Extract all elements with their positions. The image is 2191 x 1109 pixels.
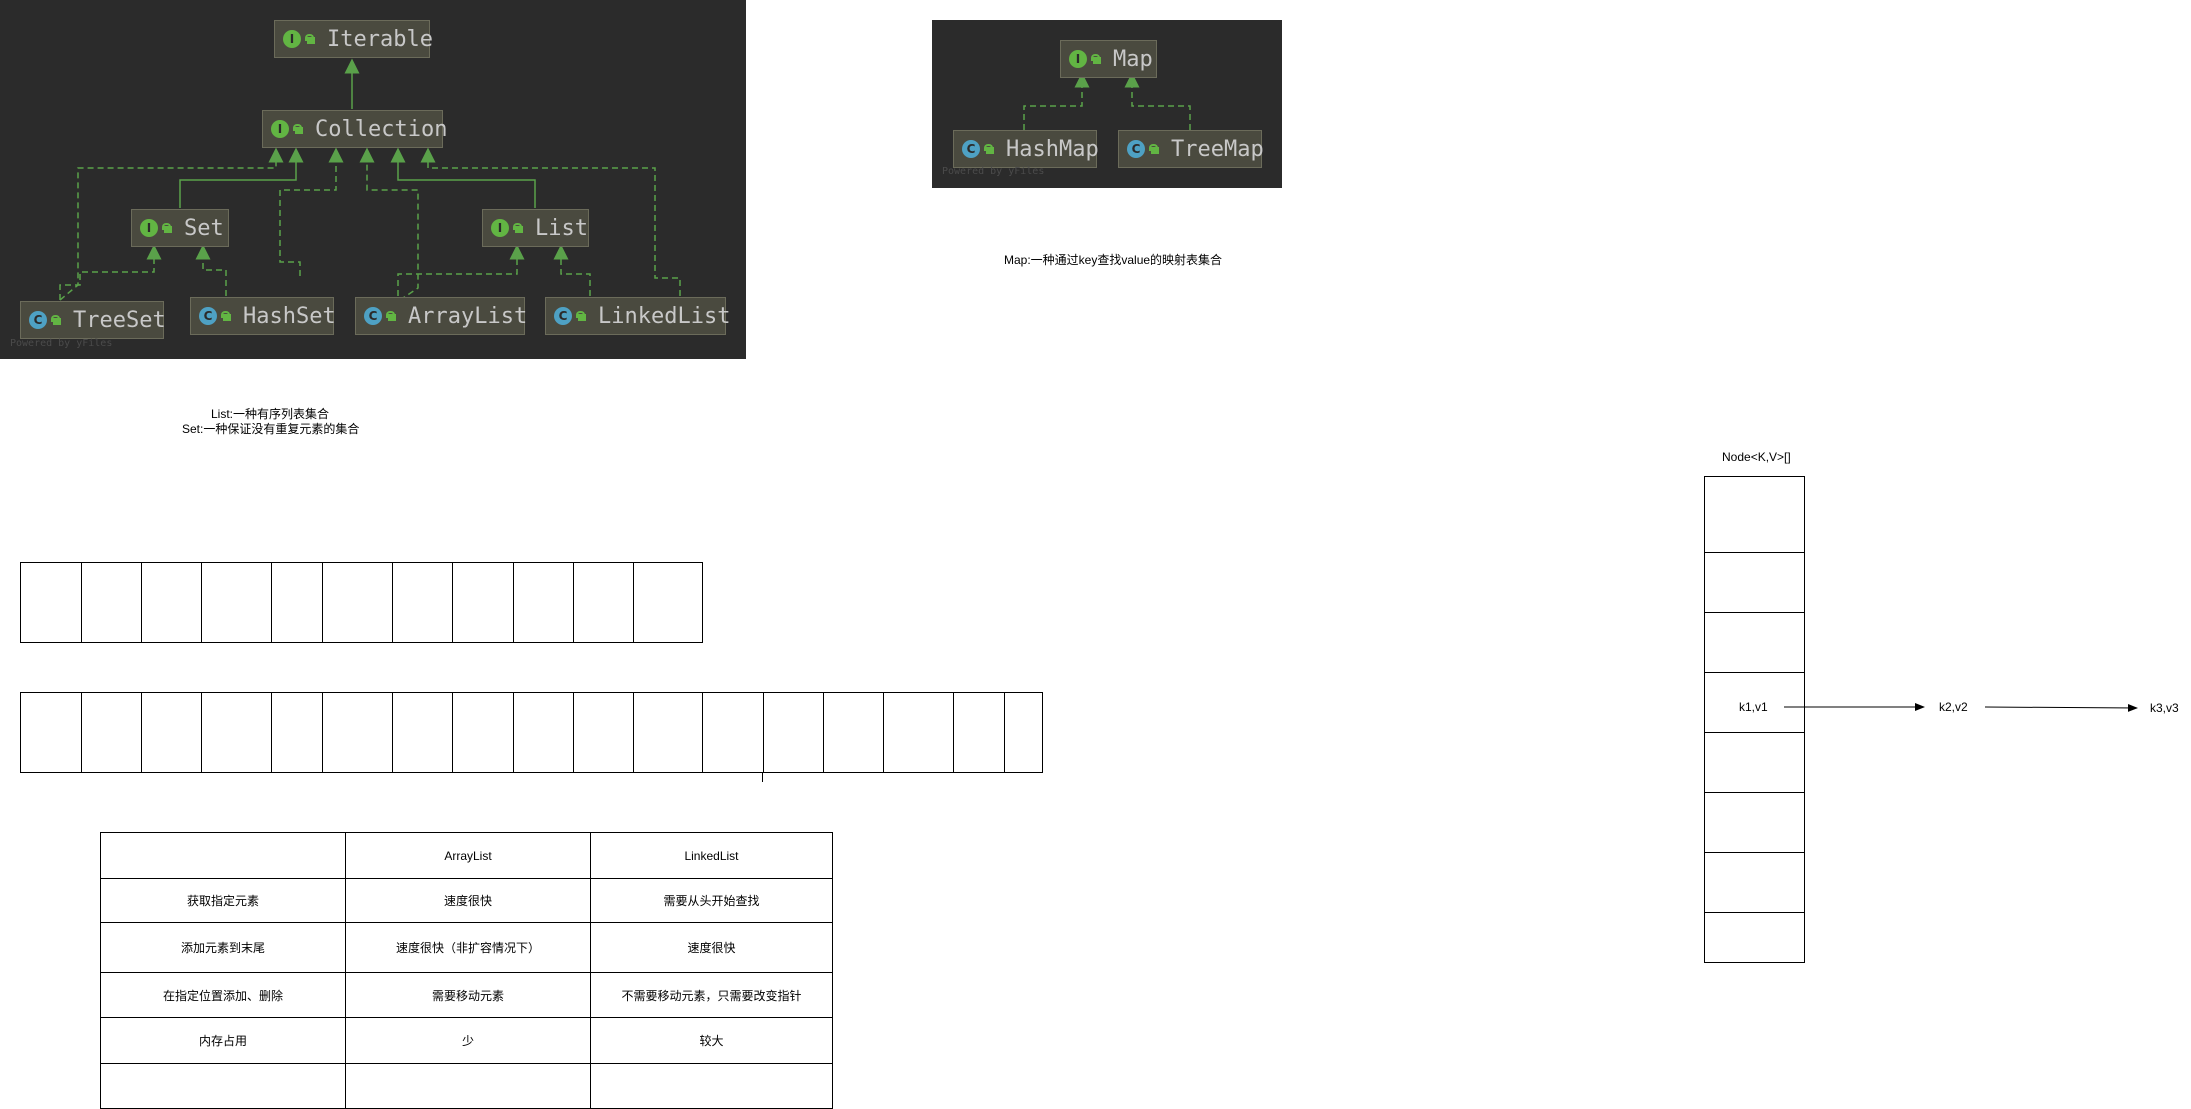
interface-icon: I	[283, 30, 301, 48]
set-label: Set	[184, 215, 224, 241]
table-row: 在指定位置添加、删除 需要移动元素 不需要移动元素，只需要改变指针	[100, 972, 833, 1018]
arraylist-label: ArrayList	[408, 303, 528, 329]
table-cell: 较大	[590, 1017, 833, 1064]
array-expanded-new-part	[702, 692, 1043, 773]
linkedlist-label: LinkedList	[598, 303, 731, 329]
lock-icon	[162, 223, 174, 233]
table-cell: 添加元素到末尾	[100, 922, 346, 973]
entry-k3: k3,v3	[2150, 701, 2179, 715]
class-icon: C	[364, 307, 382, 325]
list-label: List	[535, 215, 588, 241]
array-expanded-original-part	[20, 692, 703, 773]
map-label: Map	[1113, 46, 1153, 72]
class-icon: C	[554, 307, 572, 325]
lock-icon	[386, 311, 398, 321]
map-description: Map:一种通过key查找value的映射表集合	[1004, 253, 1223, 267]
yfiles-watermark: Powered by yFiles	[942, 166, 1045, 177]
hashmap-label: HashMap	[1006, 136, 1099, 162]
lock-icon	[1091, 54, 1103, 64]
table-header-row: ArrayList LinkedList	[100, 832, 833, 879]
map-hierarchy-panel: I Map C HashMap C TreeMap Powered by yFi…	[932, 20, 1282, 188]
table-cell: 速度很快（非扩容情况下）	[345, 922, 591, 973]
table-cell: 不需要移动元素，只需要改变指针	[590, 972, 833, 1018]
list-description: List:一种有序列表集合	[211, 407, 330, 421]
entry-k1: k1,v1	[1739, 700, 1768, 714]
table-row	[100, 1063, 833, 1109]
treeset-label: TreeSet	[73, 307, 166, 333]
treemap-label: TreeMap	[1171, 136, 1264, 162]
iterable-label: Iterable	[327, 26, 433, 52]
treeset-node: C TreeSet	[20, 301, 166, 339]
interface-icon: I	[140, 219, 158, 237]
array-tick	[762, 772, 763, 782]
table-cell	[345, 1063, 591, 1109]
lock-icon	[305, 34, 317, 44]
hashset-node: C HashSet	[190, 297, 336, 335]
set-description: Set:一种保证没有重复元素的集合	[182, 422, 360, 436]
treemap-node: C TreeMap	[1118, 130, 1264, 168]
lock-icon	[984, 144, 996, 154]
table-cell: 速度很快	[590, 922, 833, 973]
linkedlist-node: C LinkedList	[545, 297, 730, 335]
interface-icon: I	[491, 219, 509, 237]
lock-icon	[576, 311, 588, 321]
collection-hierarchy-panel: I Iterable I Collection I Set I List C T…	[0, 0, 746, 359]
collection-label: Collection	[315, 116, 448, 142]
entry-k2: k2,v2	[1939, 700, 1968, 714]
list-node: I List	[482, 209, 589, 247]
table-cell: 速度很快	[345, 878, 591, 923]
table-cell: 少	[345, 1017, 591, 1064]
list-comparison-table: ArrayList LinkedList 获取指定元素 速度很快 需要从头开始查…	[100, 832, 833, 1109]
arraylist-node: C ArrayList	[355, 297, 528, 335]
table-cell: ArrayList	[345, 832, 591, 879]
class-icon: C	[29, 311, 47, 329]
table-row: 添加元素到末尾 速度很快（非扩容情况下） 速度很快	[100, 922, 833, 973]
set-node: I Set	[131, 209, 229, 247]
table-cell: 需要从头开始查找	[590, 878, 833, 923]
table-cell	[100, 1063, 346, 1109]
lock-icon	[1149, 144, 1161, 154]
iterable-node: I Iterable	[274, 20, 433, 58]
hashset-label: HashSet	[243, 303, 336, 329]
class-icon: C	[962, 140, 980, 158]
table-cell: LinkedList	[590, 832, 833, 879]
table-cell: 需要移动元素	[345, 972, 591, 1018]
node-array-label: Node<K,V>[]	[1722, 450, 1791, 464]
node-array	[1704, 476, 1805, 963]
table-row: 内存占用 少 较大	[100, 1017, 833, 1064]
table-cell: 在指定位置添加、删除	[100, 972, 346, 1018]
array-original	[20, 562, 703, 643]
table-cell	[100, 832, 346, 879]
hashmap-node: C HashMap	[953, 130, 1099, 168]
table-row: 获取指定元素 速度很快 需要从头开始查找	[100, 878, 833, 923]
collection-node: I Collection	[262, 110, 447, 148]
class-icon: C	[199, 307, 217, 325]
lock-icon	[221, 311, 233, 321]
class-icon: C	[1127, 140, 1145, 158]
lock-icon	[51, 315, 63, 325]
map-node: I Map	[1060, 40, 1157, 78]
table-cell: 内存占用	[100, 1017, 346, 1064]
yfiles-watermark: Powered by yFiles	[10, 338, 113, 349]
interface-icon: I	[1069, 50, 1087, 68]
lock-icon	[513, 223, 525, 233]
lock-icon	[293, 124, 305, 134]
table-cell: 获取指定元素	[100, 878, 346, 923]
table-cell	[590, 1063, 833, 1109]
interface-icon: I	[271, 120, 289, 138]
